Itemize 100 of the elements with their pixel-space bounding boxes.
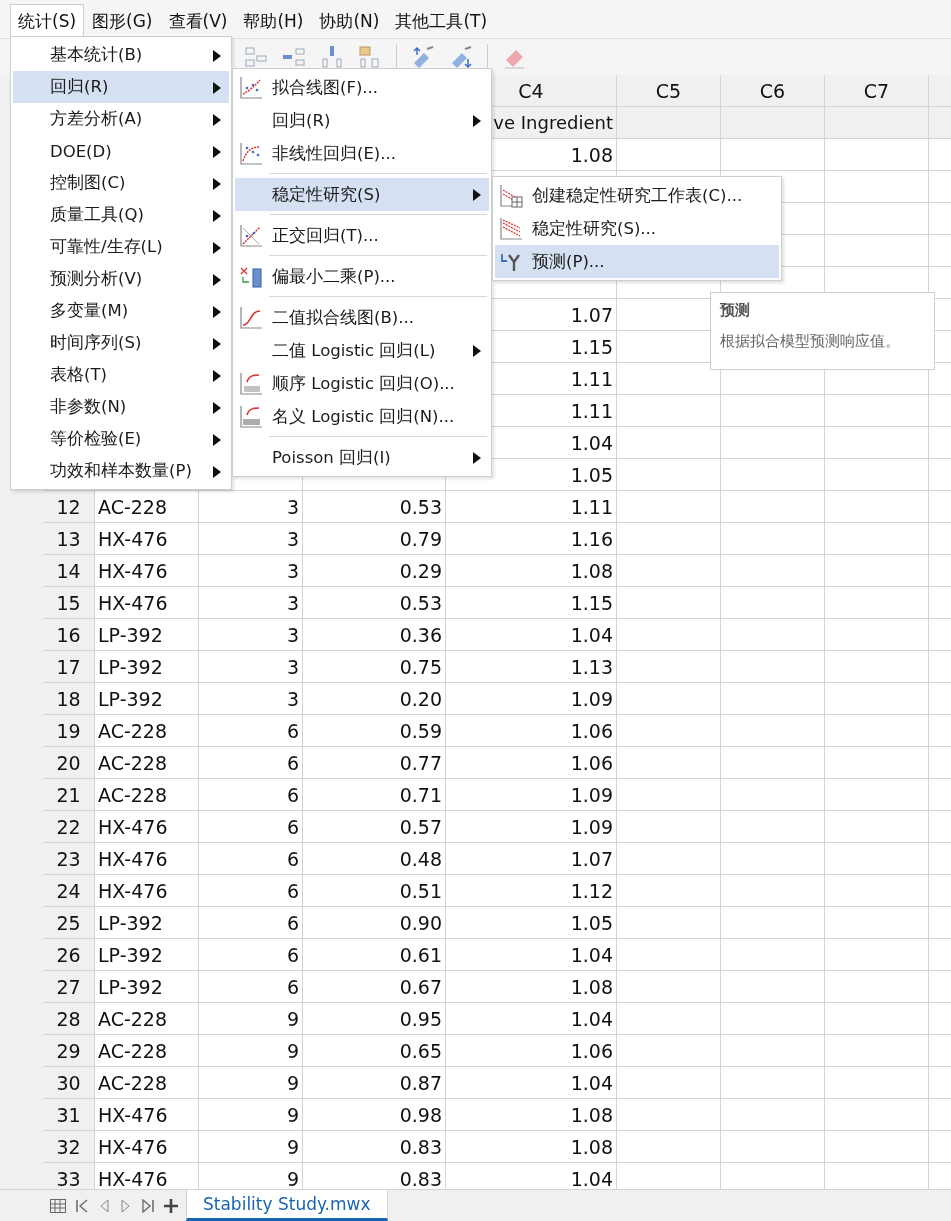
menu-bar-item[interactable]: 帮助(H) — [235, 4, 312, 38]
table-cell: 0.36 — [303, 619, 446, 651]
row-number: 14 — [43, 555, 95, 587]
table-cell: HX-476 — [95, 1099, 199, 1131]
table-cell: AC-228 — [95, 747, 199, 779]
menu-item[interactable]: 方差分析(A) — [13, 103, 229, 135]
table-cell: AC-228 — [95, 1067, 199, 1099]
tooltip-title: 预测 — [720, 301, 751, 320]
table-cell: 3 — [199, 491, 303, 523]
table-cell: AC-228 — [95, 715, 199, 747]
menu-bar-item[interactable]: 图形(G) — [84, 4, 161, 38]
table-cell: 1.08 — [446, 971, 617, 1003]
table-cell: 3 — [199, 555, 303, 587]
curve-icon — [239, 372, 263, 396]
submenu-arrow-icon — [213, 306, 221, 318]
table-cell: 0.75 — [303, 651, 446, 683]
submenu-arrow-icon — [213, 146, 221, 158]
row-number: 32 — [43, 1131, 95, 1163]
menu-item[interactable]: 功效和样本数量(P) — [13, 455, 229, 487]
table-cell: 0.95 — [303, 1003, 446, 1035]
row-number: 23 — [43, 843, 95, 875]
add-icon[interactable] — [164, 1198, 178, 1213]
menu-bar-item[interactable]: 协助(N) — [311, 4, 388, 38]
menu-item[interactable]: 偏最小二乘(P)... — [235, 260, 489, 293]
toolbar-icon[interactable] — [282, 45, 306, 69]
menu-item[interactable]: 质量工具(Q) — [13, 199, 229, 231]
row-number: 22 — [43, 811, 95, 843]
menu-item[interactable]: 预测(P)... — [495, 245, 779, 278]
table-cell: 1.04 — [446, 1067, 617, 1099]
table-cell: 1.06 — [446, 747, 617, 779]
menu-item[interactable]: 稳定性研究(S) — [235, 178, 489, 211]
table-cell: HX-476 — [95, 1163, 199, 1189]
table-cell: 0.87 — [303, 1067, 446, 1099]
row-number: 15 — [43, 587, 95, 619]
table-cell: 0.77 — [303, 747, 446, 779]
menu-item[interactable]: 回归(R) — [13, 71, 229, 103]
table-cell: HX-476 — [95, 875, 199, 907]
menu-item[interactable]: 非参数(N) — [13, 391, 229, 423]
toolbar-icon[interactable] — [358, 45, 382, 69]
table-cell: 6 — [199, 811, 303, 843]
submenu-arrow-icon — [473, 189, 481, 201]
nonlinear-curve-icon — [239, 142, 263, 166]
table-cell: 3 — [199, 651, 303, 683]
table-cell: 1.04 — [446, 1163, 617, 1189]
sheet-tab[interactable]: Stability Study.mwx — [186, 1190, 388, 1221]
submenu-arrow-icon — [213, 82, 221, 94]
table-cell: 6 — [199, 971, 303, 1003]
table-cell: AC-228 — [95, 779, 199, 811]
toolbar-icon[interactable] — [411, 45, 435, 69]
menu-item[interactable]: 时间序列(S) — [13, 327, 229, 359]
menu-item[interactable]: 表格(T) — [13, 359, 229, 391]
menu-item[interactable]: 等价检验(E) — [13, 423, 229, 455]
next-icon[interactable] — [120, 1198, 132, 1213]
table-cell: 3 — [199, 523, 303, 555]
submenu-arrow-icon — [213, 114, 221, 126]
row-number: 21 — [43, 779, 95, 811]
table-cell: 6 — [199, 843, 303, 875]
menu-item[interactable]: 稳定性研究(S)... — [495, 212, 779, 245]
table-cell: 0.20 — [303, 683, 446, 715]
table-cell: AC-228 — [95, 1003, 199, 1035]
first-icon[interactable] — [76, 1198, 88, 1213]
row-number: 12 — [43, 491, 95, 523]
table-cell: 1.05 — [446, 907, 617, 939]
table-cell: 6 — [199, 747, 303, 779]
last-icon[interactable] — [142, 1198, 154, 1213]
menu-item[interactable]: DOE(D) — [13, 135, 229, 167]
menu-item[interactable]: 可靠性/生存(L) — [13, 231, 229, 263]
menu-item[interactable]: 基本统计(B) — [13, 39, 229, 71]
submenu-arrow-icon — [213, 338, 221, 350]
previous-icon[interactable] — [98, 1198, 110, 1213]
table-cell: 6 — [199, 875, 303, 907]
table-cell: 9 — [199, 1035, 303, 1067]
submenu-arrow-icon — [473, 115, 481, 127]
menu-item[interactable]: 正交回归(T)... — [235, 219, 489, 252]
table-cell: 0.71 — [303, 779, 446, 811]
menu-bar-item[interactable]: 其他工具(T) — [387, 4, 496, 38]
table-cell: 1.04 — [446, 939, 617, 971]
table-cell: 1.09 — [446, 683, 617, 715]
table-cell: 9 — [199, 1099, 303, 1131]
row-number: 17 — [43, 651, 95, 683]
menu-item[interactable]: 多变量(M) — [13, 295, 229, 327]
trend-lines-icon — [499, 217, 523, 241]
table-cell: 1.08 — [446, 1131, 617, 1163]
menu-bar-item[interactable]: 统计(S) — [10, 4, 85, 38]
submenu-arrow-icon — [473, 345, 481, 357]
submenu-arrow-icon — [213, 50, 221, 62]
toolbar-icon[interactable] — [320, 45, 344, 69]
table-cell: 0.65 — [303, 1035, 446, 1067]
menu-bar-item[interactable]: 查看(V) — [160, 4, 236, 38]
menu-item[interactable]: 预测分析(V) — [13, 263, 229, 295]
toolbar-icon[interactable] — [244, 45, 268, 69]
grid-icon[interactable] — [50, 1198, 66, 1213]
table-cell: 9 — [199, 1163, 303, 1189]
table-cell: LP-392 — [95, 651, 199, 683]
table-cell: LP-392 — [95, 971, 199, 1003]
menu-item[interactable]: 控制图(C) — [13, 167, 229, 199]
table-cell: 0.67 — [303, 971, 446, 1003]
menu-item[interactable]: 创建稳定性研究工作表(C)... — [495, 179, 779, 212]
table-cell: 0.59 — [303, 715, 446, 747]
row-number: 24 — [43, 875, 95, 907]
